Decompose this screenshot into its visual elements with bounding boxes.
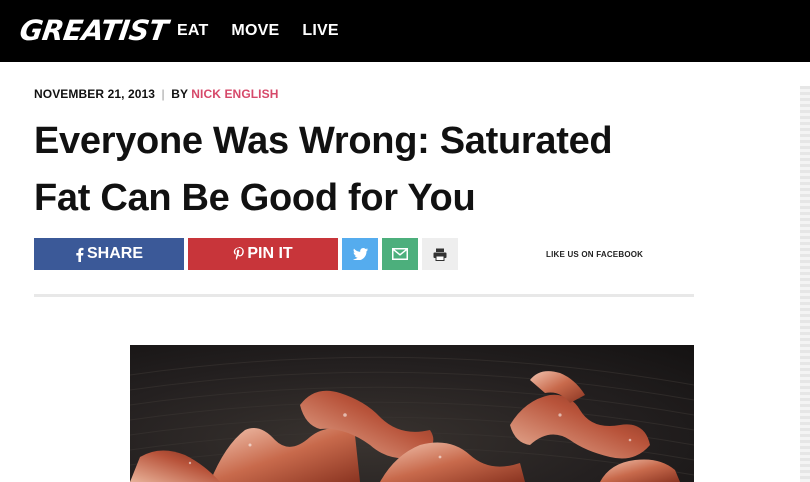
greatist-logo[interactable]: GREATIST [18, 14, 170, 47]
nav-item-eat[interactable]: EAT [177, 22, 208, 40]
section-divider [34, 294, 694, 297]
envelope-icon [392, 248, 408, 260]
print-button[interactable] [422, 238, 458, 270]
hero-image-bacon-in-pan [130, 345, 694, 482]
sidebar-edge [800, 86, 810, 482]
top-nav-bar: GREATIST EAT MOVE LIVE [0, 0, 810, 62]
main-nav: EAT MOVE LIVE [177, 22, 362, 40]
printer-icon [433, 248, 447, 261]
pinterest-icon [233, 246, 245, 262]
email-share-button[interactable] [382, 238, 418, 270]
facebook-icon [75, 247, 84, 262]
facebook-share-label: SHARE [86, 245, 143, 262]
nav-item-live[interactable]: LIVE [302, 22, 338, 40]
nav-item-move[interactable]: MOVE [231, 22, 279, 40]
twitter-icon [352, 248, 368, 260]
bacon-illustration [130, 356, 694, 482]
like-us-on-facebook-link[interactable]: LIKE US ON FACEBOOK [546, 250, 643, 259]
facebook-share-button[interactable]: SHARE [34, 238, 184, 270]
twitter-share-button[interactable] [342, 238, 378, 270]
publish-date: NOVEMBER 21, 2013 [34, 87, 156, 101]
pinterest-pin-button[interactable]: PIN IT [188, 238, 338, 270]
article-title: Everyone Was Wrong: Saturated Fat Can Be… [34, 120, 613, 219]
author-link[interactable]: NICK ENGLISH [191, 87, 278, 101]
meta-separator: | [161, 87, 165, 101]
article-meta: NOVEMBER 21, 2013 | BY NICK ENGLISH [34, 87, 279, 101]
by-label: BY [171, 87, 188, 101]
pinterest-pin-label: PIN IT [247, 245, 293, 262]
